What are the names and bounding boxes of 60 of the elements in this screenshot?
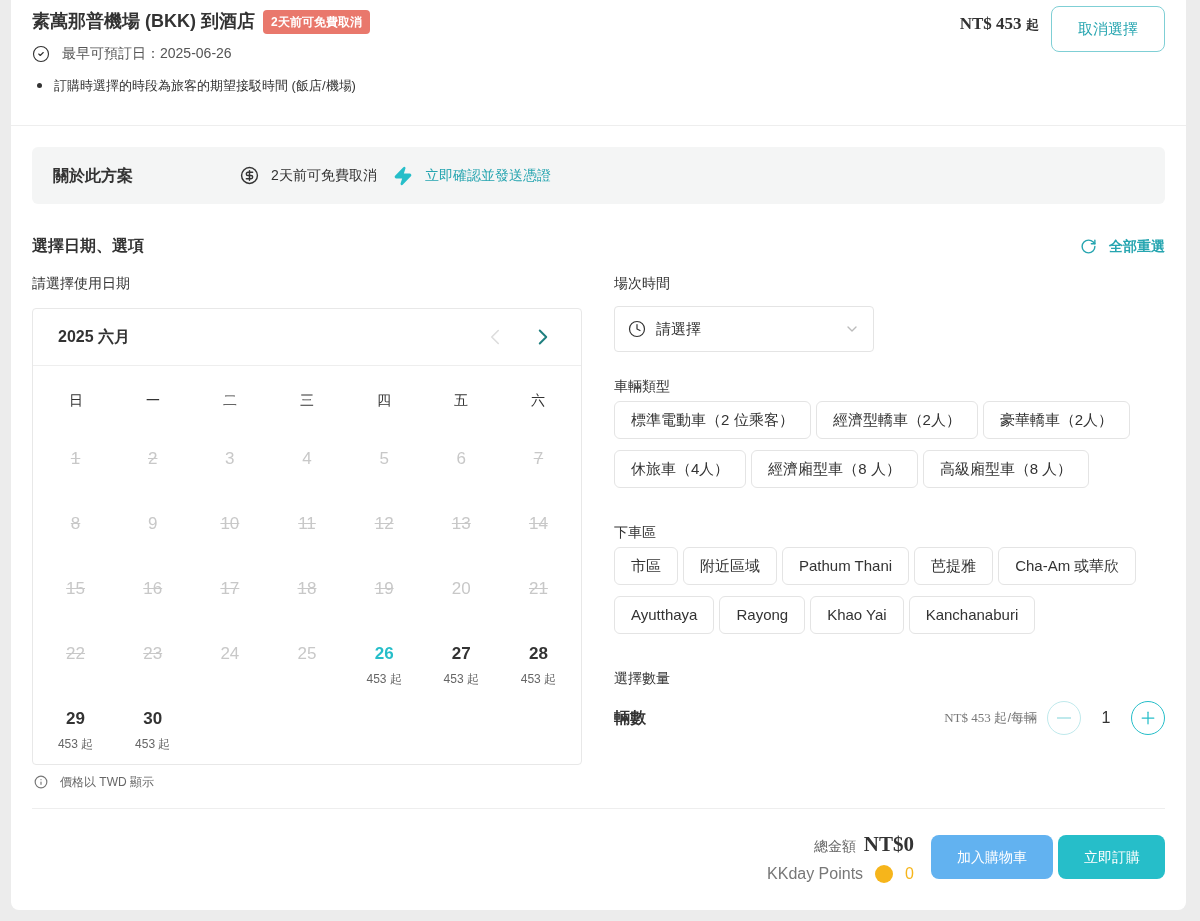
weekday-label: 六: [531, 391, 546, 410]
weekday-label: 二: [222, 391, 237, 410]
lightning-icon: [392, 165, 413, 186]
option-chip[interactable]: Rayong: [719, 596, 806, 634]
session-label: 場次時間: [614, 274, 671, 293]
info-icon: [34, 775, 48, 789]
total-label: 總金額: [813, 836, 856, 856]
product-title: 素萬那普機場 (BKK) 到酒店: [32, 10, 255, 33]
section-title: 選擇日期、選項: [32, 236, 144, 256]
option-chip[interactable]: 高級廂型車（8 人）: [922, 450, 1090, 488]
option-chip[interactable]: Cha-Am 或華欣: [998, 547, 1137, 585]
weekday-label: 三: [300, 391, 314, 410]
calendar-month: 2025 六月: [58, 327, 131, 347]
unit-label: 輛數: [614, 708, 647, 728]
option-chip[interactable]: 豪華轎車（2人）: [982, 401, 1131, 439]
session-time-dropdown[interactable]: 請選擇: [614, 306, 874, 352]
option-chip[interactable]: Ayutthaya: [614, 596, 715, 634]
option-chip[interactable]: 標準電動車（2 位乘客）: [614, 401, 811, 439]
booking-note: 訂購時選擇的時段為旅客的期望接駁時間 (飯店/機場): [54, 77, 356, 95]
option-chip[interactable]: 休旅車（4人）: [614, 450, 747, 488]
bullet-icon: [37, 83, 42, 89]
cancel-policy: 2天前可免費取消: [271, 166, 377, 185]
calendar-day[interactable]: 30 453 起: [114, 690, 192, 755]
weekday-label: 一: [145, 391, 160, 410]
option-chip[interactable]: 附近區域: [683, 547, 777, 585]
calendar-day[interactable]: 29 453 起: [37, 690, 115, 755]
option-chip[interactable]: 經濟廂型車（8 人）: [751, 450, 918, 488]
calendar-day[interactable]: 26 453 起: [345, 625, 423, 690]
about-plan-title: 關於此方案: [53, 165, 134, 186]
refresh-icon: [1080, 237, 1097, 255]
calendar-day[interactable]: 27 453 起: [422, 625, 500, 690]
points-label: KKday Points: [767, 864, 864, 884]
option-chip[interactable]: 市區: [614, 547, 678, 585]
dropoff-area-label: 下車區: [614, 523, 657, 542]
unit-price: NT$ 453 起/每輛: [944, 709, 1037, 728]
vehicle-type-label: 車輛類型: [614, 377, 671, 396]
option-chip[interactable]: Kanchanaburi: [908, 596, 1036, 634]
weekday-label: 五: [454, 391, 469, 410]
free-cancel-badge: 2天前可免費取消: [263, 9, 370, 34]
date-label: 請選擇使用日期: [32, 274, 131, 293]
quantity-label: 選擇數量: [614, 669, 671, 688]
minus-icon: [1057, 717, 1071, 719]
quantity-value: 1: [1100, 708, 1112, 728]
weekday-label: 日: [68, 391, 83, 410]
points-value: 0: [905, 864, 914, 884]
earliest-date: 最早可預訂日：2025-06-26: [62, 44, 232, 63]
option-chip[interactable]: 芭提雅: [914, 547, 994, 585]
clock-icon: [628, 320, 646, 338]
currency-note: 價格以 TWD 顯示: [60, 774, 154, 791]
check-circle-icon: [32, 44, 50, 63]
price-from: NT$ 453 起: [959, 13, 1039, 35]
option-chip[interactable]: 經濟型轎車（2人）: [815, 401, 978, 439]
dollar-circle-icon: [240, 166, 259, 185]
option-chip[interactable]: Pathum Thani: [782, 547, 910, 585]
option-chip[interactable]: Khao Yai: [810, 596, 904, 634]
total-amount: NT$0: [863, 830, 914, 858]
weekday-label: 四: [377, 391, 392, 410]
coin-icon: [875, 865, 894, 883]
calendar-day[interactable]: 28 453 起: [499, 625, 577, 690]
instant-confirmation: 立即確認並發送憑證: [424, 166, 551, 185]
